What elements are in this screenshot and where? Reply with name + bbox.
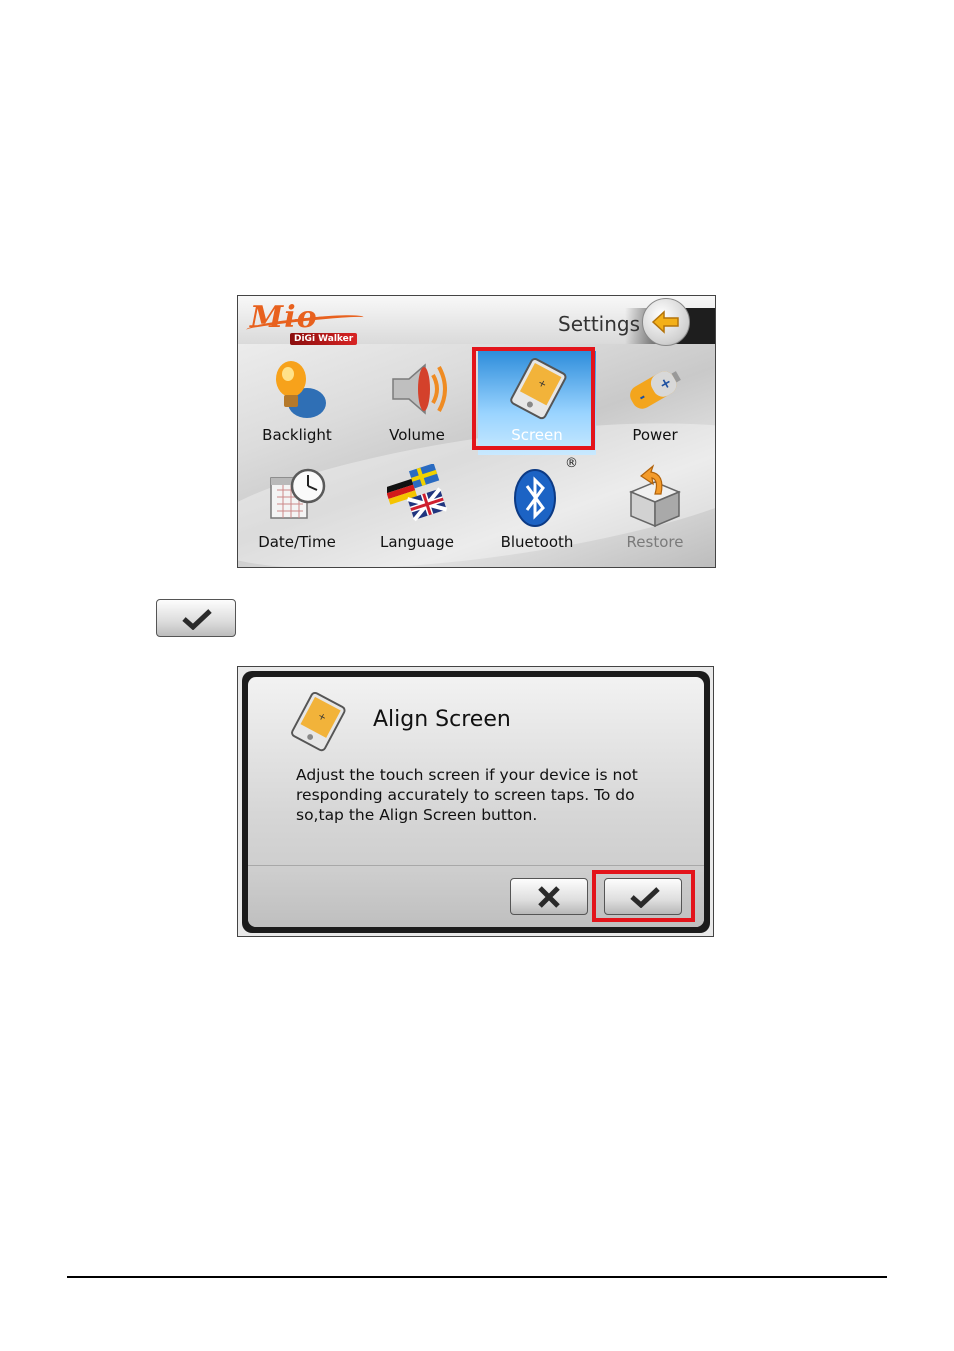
settings-item-restore[interactable]: Restore bbox=[596, 458, 714, 562]
settings-item-label: Date/Time bbox=[258, 533, 336, 551]
settings-item-bluetooth[interactable]: ® Bluetooth bbox=[478, 456, 596, 562]
registered-mark: ® bbox=[565, 456, 578, 471]
lightbulb-icon bbox=[276, 361, 326, 418]
checkmark-icon bbox=[182, 609, 212, 630]
calendar-clock-icon bbox=[270, 468, 326, 519]
settings-item-label: Volume bbox=[389, 426, 445, 444]
screen-item-highlight bbox=[472, 347, 595, 450]
settings-item-date-time[interactable]: Date/Time bbox=[238, 458, 356, 562]
settings-item-label: Language bbox=[379, 533, 455, 551]
settings-item-label: Backlight bbox=[262, 426, 332, 444]
mio-logo: Mio DiGi Walker bbox=[245, 300, 376, 346]
page-title: Settings bbox=[558, 312, 641, 336]
cancel-button[interactable] bbox=[510, 878, 588, 915]
back-arrow-icon bbox=[651, 310, 679, 334]
ok-button-highlight bbox=[592, 870, 695, 922]
logo-product: DiGi Walker bbox=[290, 333, 358, 345]
settings-item-power[interactable]: - + Power bbox=[596, 351, 714, 455]
speaker-icon bbox=[392, 363, 447, 415]
settings-item-label: Power bbox=[632, 426, 678, 444]
screen-device-icon: + bbox=[291, 691, 346, 752]
dialog-title: Align Screen bbox=[373, 707, 511, 732]
bluetooth-icon bbox=[514, 469, 556, 527]
back-button[interactable] bbox=[642, 298, 690, 346]
dialog-message: Adjust the touch screen if your device i… bbox=[296, 766, 638, 824]
restore-box-icon bbox=[629, 464, 681, 528]
x-icon bbox=[538, 886, 560, 908]
ok-button-sample[interactable] bbox=[156, 599, 236, 637]
settings-item-volume[interactable]: Volume bbox=[358, 351, 476, 455]
settings-item-label: Bluetooth bbox=[500, 533, 574, 551]
battery-icon: - + bbox=[630, 371, 681, 409]
settings-item-backlight[interactable]: Backlight bbox=[238, 351, 356, 455]
settings-item-language[interactable]: Language bbox=[358, 458, 476, 562]
footer-rule bbox=[67, 1276, 887, 1278]
flags-icon bbox=[387, 464, 447, 522]
settings-item-label: Restore bbox=[626, 533, 684, 551]
